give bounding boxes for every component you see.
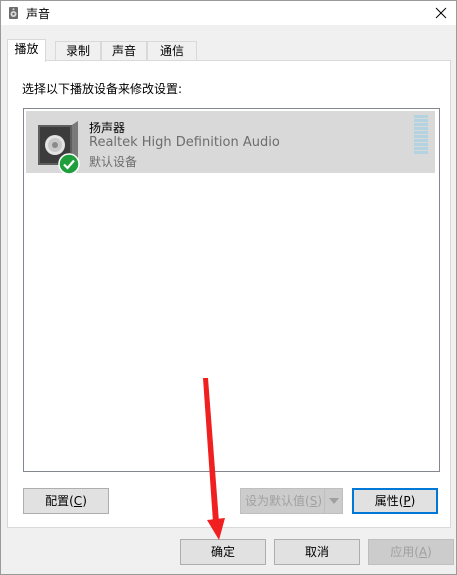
ok-button[interactable]: 确定 [180,539,266,565]
button-label: 取消 [304,545,329,559]
button-label: 配置( [45,494,74,508]
button-label: 设为默认值( [245,494,310,508]
chevron-down-icon [329,498,339,504]
button-label: 属性( [374,494,404,508]
tab-label: 通信 [159,44,184,58]
speaker-icon [7,6,21,20]
button-label: 应用( [390,545,419,559]
tab-recording[interactable]: 录制 [55,41,101,61]
instruction-text: 选择以下播放设备来修改设置: [22,82,183,96]
button-label-suffix: ) [427,545,432,559]
check-icon [58,153,80,175]
configure-button[interactable]: 配置(C) [23,488,109,514]
volume-level-meter [414,115,428,157]
close-icon [435,7,447,19]
button-label-suffix: ) [82,494,87,508]
close-button[interactable] [426,1,456,25]
button-label-suffix: ) [317,494,322,508]
tab-label: 声音 [111,44,136,58]
button-label: 确定 [210,545,235,559]
tab-playback[interactable]: 播放 [7,39,46,62]
sound-dialog: 声音 播放 录制 声音 通信 选择以下播放设备来修改设置: 扬声器 Realte… [0,0,457,575]
device-status: 默认设备 [89,155,138,169]
device-driver: Realtek High Definition Audio [89,135,280,150]
window-title: 声音 [26,7,51,21]
set-default-button[interactable]: 设为默认值(S) [240,488,343,514]
button-label-suffix: ) [410,494,416,508]
device-item-speakers[interactable]: 扬声器 Realtek High Definition Audio 默认设备 [26,111,435,175]
tab-label: 播放 [14,42,39,56]
tab-communications[interactable]: 通信 [147,41,197,61]
access-key: P [403,494,411,508]
title-bar[interactable]: 声音 [1,1,456,25]
access-key: C [73,494,83,508]
tab-sounds[interactable]: 声音 [101,41,147,61]
playback-panel: 选择以下播放设备来修改设置: 扬声器 Realtek High Definiti… [7,60,451,528]
set-default-dropdown[interactable] [324,489,342,513]
device-name: 扬声器 [89,121,126,135]
access-key: A [418,545,428,559]
tab-label: 录制 [65,44,90,58]
properties-button[interactable]: 属性(P) [352,488,438,514]
playback-device-list[interactable]: 扬声器 Realtek High Definition Audio 默认设备 [23,108,440,472]
apply-button[interactable]: 应用(A) [368,539,454,565]
cancel-button[interactable]: 取消 [274,539,360,565]
